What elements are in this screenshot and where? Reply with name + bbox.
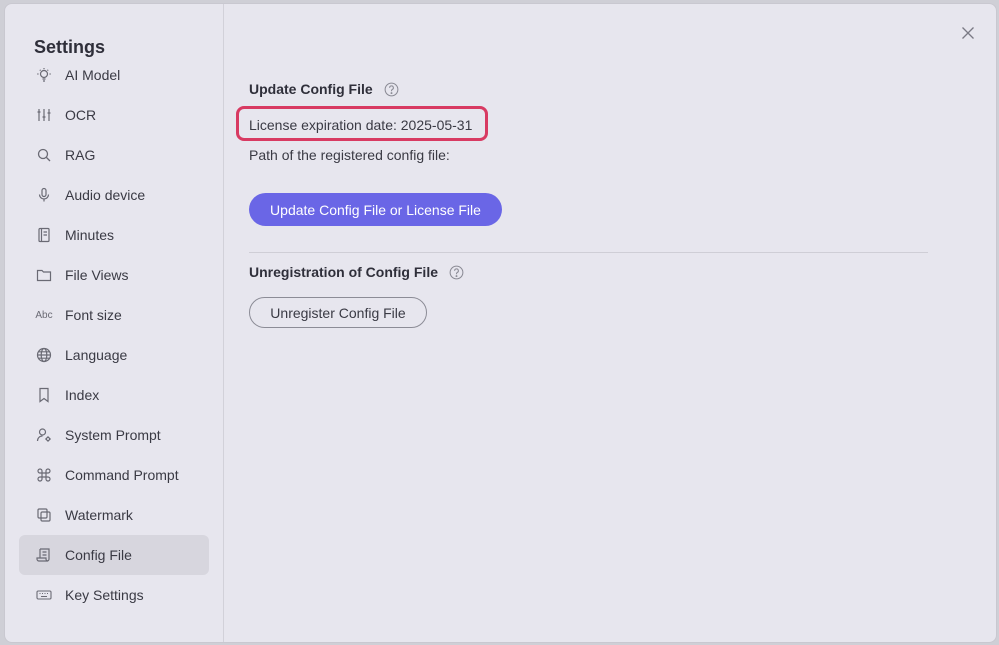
sidebar-item-label: AI Model — [65, 67, 121, 83]
settings-dialog: Settings AI Model OCR RAG Audio device M… — [4, 3, 997, 643]
update-config-section-title: Update Config File — [249, 81, 399, 97]
sidebar-item-label: System Prompt — [65, 427, 161, 443]
sidebar-item-label: Audio device — [65, 187, 146, 203]
notebook-icon — [36, 227, 52, 243]
sidebar-item-rag[interactable]: RAG — [19, 135, 209, 175]
settings-sidebar: Settings AI Model OCR RAG Audio device M… — [5, 4, 224, 642]
microphone-icon — [36, 187, 52, 203]
sidebar-item-language[interactable]: Language — [19, 335, 209, 375]
sidebar-item-config-file[interactable]: Config File — [19, 535, 209, 575]
sidebar-item-label: Watermark — [65, 507, 133, 523]
abc-icon: Abc — [35, 309, 53, 321]
help-icon[interactable] — [449, 265, 464, 280]
sidebar-item-label: Font size — [65, 307, 122, 323]
sidebar-item-label: Config File — [65, 547, 132, 563]
unregister-config-section-title: Unregistration of Config File — [249, 264, 464, 280]
sidebar-item-index[interactable]: Index — [19, 375, 209, 415]
sidebar-item-system-prompt[interactable]: System Prompt — [19, 415, 209, 455]
sidebar-item-label: Index — [65, 387, 100, 403]
sidebar-item-ai-model[interactable]: AI Model — [19, 55, 209, 95]
folder-icon — [36, 267, 52, 283]
sidebar-item-ocr[interactable]: OCR — [19, 95, 209, 135]
section-title-text: Unregistration of Config File — [249, 264, 438, 280]
sidebar-item-label: Command Prompt — [65, 467, 179, 483]
bookmark-icon — [36, 387, 52, 403]
close-icon[interactable] — [960, 25, 976, 41]
sidebar-item-minutes[interactable]: Minutes — [19, 215, 209, 255]
globe-icon — [36, 347, 52, 363]
command-icon — [36, 467, 52, 483]
keyboard-icon — [36, 587, 52, 603]
sidebar-item-font-size[interactable]: Abc Font size — [19, 295, 209, 335]
lightbulb-icon — [36, 67, 52, 83]
sidebar-item-audio-device[interactable]: Audio device — [19, 175, 209, 215]
settings-content: Update Config File License expiration da… — [224, 4, 996, 642]
sidebar-nav: AI Model OCR RAG Audio device Minutes Fi… — [19, 55, 209, 615]
sidebar-item-label: RAG — [65, 147, 96, 163]
scroll-icon — [36, 547, 52, 563]
section-title-text: Update Config File — [249, 81, 373, 97]
sidebar-item-watermark[interactable]: Watermark — [19, 495, 209, 535]
user-gear-icon — [36, 427, 52, 443]
copy-icon — [36, 507, 52, 523]
sidebar-item-file-views[interactable]: File Views — [19, 255, 209, 295]
sidebar-item-command-prompt[interactable]: Command Prompt — [19, 455, 209, 495]
sidebar-item-label: OCR — [65, 107, 97, 123]
sidebar-item-label: Language — [65, 347, 128, 363]
sidebar-item-label: Minutes — [65, 227, 115, 243]
sidebar-item-key-settings[interactable]: Key Settings — [19, 575, 209, 615]
help-icon[interactable] — [384, 82, 399, 97]
config-path-text: Path of the registered config file: — [249, 147, 450, 163]
search-icon — [36, 147, 52, 163]
sliders-icon — [36, 107, 52, 123]
unregister-config-button[interactable]: Unregister Config File — [249, 297, 427, 328]
update-config-button[interactable]: Update Config File or License File — [249, 193, 502, 226]
sidebar-item-label: File Views — [65, 267, 129, 283]
sidebar-item-label: Key Settings — [65, 587, 144, 603]
license-expiration-text: License expiration date: 2025-05-31 — [249, 117, 473, 133]
section-divider — [249, 252, 928, 253]
